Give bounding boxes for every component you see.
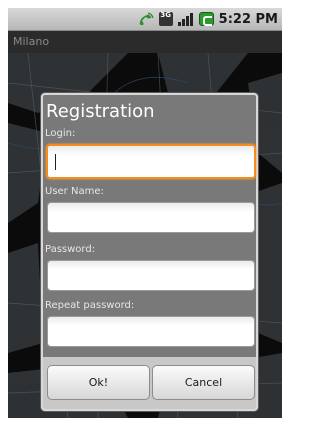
phone-screen: 3G 5:22 PM Milano Registration Login: Us… — [8, 8, 282, 418]
repeat-password-input[interactable] — [47, 316, 255, 347]
signal-icon — [177, 12, 194, 26]
password-input[interactable] — [47, 260, 255, 291]
repeat-password-label: Repeat password: — [45, 300, 135, 311]
username-label: User Name: — [45, 186, 104, 197]
threeg-icon: 3G — [158, 11, 173, 26]
dialog-button-bar: Ok! Cancel — [43, 357, 256, 409]
battery-charging-icon — [198, 12, 214, 26]
dialog-title: Registration — [46, 101, 155, 122]
registration-dialog: Registration Login: User Name: Password:… — [41, 93, 258, 411]
text-cursor — [55, 154, 56, 170]
password-label: Password: — [45, 244, 96, 255]
dialog-body: Registration Login: User Name: Password:… — [43, 95, 256, 357]
status-bar: 3G 5:22 PM — [8, 8, 282, 31]
app-title: Milano — [13, 35, 50, 48]
login-input[interactable] — [46, 144, 256, 179]
ok-button[interactable]: Ok! — [47, 365, 150, 400]
cancel-button[interactable]: Cancel — [152, 365, 255, 400]
phone-signal-icon — [138, 12, 154, 26]
username-input[interactable] — [47, 202, 255, 233]
login-label: Login: — [45, 128, 76, 139]
network-type-label: 3G — [160, 11, 171, 19]
status-clock: 5:22 PM — [218, 11, 278, 27]
app-title-bar: Milano — [8, 31, 282, 53]
